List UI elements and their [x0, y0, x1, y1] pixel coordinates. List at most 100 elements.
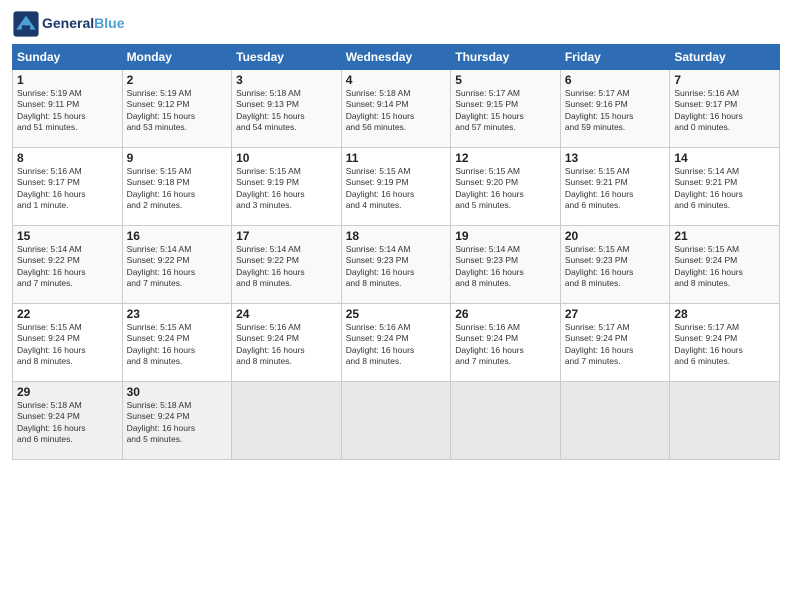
day-info: Sunrise: 5:14 AM Sunset: 9:23 PM Dayligh… — [455, 244, 556, 290]
calendar-cell: 17Sunrise: 5:14 AM Sunset: 9:22 PM Dayli… — [232, 226, 342, 304]
calendar-cell: 7Sunrise: 5:16 AM Sunset: 9:17 PM Daylig… — [670, 70, 780, 148]
calendar-cell: 5Sunrise: 5:17 AM Sunset: 9:15 PM Daylig… — [451, 70, 561, 148]
calendar-cell: 12Sunrise: 5:15 AM Sunset: 9:20 PM Dayli… — [451, 148, 561, 226]
day-info: Sunrise: 5:17 AM Sunset: 9:15 PM Dayligh… — [455, 88, 556, 134]
calendar-cell: 26Sunrise: 5:16 AM Sunset: 9:24 PM Dayli… — [451, 304, 561, 382]
day-number: 18 — [346, 229, 447, 243]
day-number: 28 — [674, 307, 775, 321]
day-number: 22 — [17, 307, 118, 321]
day-info: Sunrise: 5:18 AM Sunset: 9:24 PM Dayligh… — [127, 400, 228, 446]
day-info: Sunrise: 5:19 AM Sunset: 9:12 PM Dayligh… — [127, 88, 228, 134]
day-number: 15 — [17, 229, 118, 243]
calendar-table: SundayMondayTuesdayWednesdayThursdayFrid… — [12, 44, 780, 460]
calendar-cell: 25Sunrise: 5:16 AM Sunset: 9:24 PM Dayli… — [341, 304, 451, 382]
weekday-header-monday: Monday — [122, 45, 232, 70]
day-number: 3 — [236, 73, 337, 87]
day-info: Sunrise: 5:14 AM Sunset: 9:22 PM Dayligh… — [236, 244, 337, 290]
day-info: Sunrise: 5:18 AM Sunset: 9:14 PM Dayligh… — [346, 88, 447, 134]
day-info: Sunrise: 5:15 AM Sunset: 9:19 PM Dayligh… — [346, 166, 447, 212]
day-number: 19 — [455, 229, 556, 243]
day-info: Sunrise: 5:15 AM Sunset: 9:23 PM Dayligh… — [565, 244, 666, 290]
day-number: 12 — [455, 151, 556, 165]
day-number: 27 — [565, 307, 666, 321]
day-info: Sunrise: 5:15 AM Sunset: 9:20 PM Dayligh… — [455, 166, 556, 212]
calendar-cell: 1Sunrise: 5:19 AM Sunset: 9:11 PM Daylig… — [13, 70, 123, 148]
logo-text: GeneralBlue — [42, 16, 124, 31]
day-info: Sunrise: 5:16 AM Sunset: 9:17 PM Dayligh… — [674, 88, 775, 134]
calendar-cell: 10Sunrise: 5:15 AM Sunset: 9:19 PM Dayli… — [232, 148, 342, 226]
day-info: Sunrise: 5:14 AM Sunset: 9:23 PM Dayligh… — [346, 244, 447, 290]
calendar-cell: 13Sunrise: 5:15 AM Sunset: 9:21 PM Dayli… — [560, 148, 670, 226]
header: GeneralBlue — [12, 10, 780, 38]
day-number: 10 — [236, 151, 337, 165]
week-row-4: 22Sunrise: 5:15 AM Sunset: 9:24 PM Dayli… — [13, 304, 780, 382]
weekday-header-friday: Friday — [560, 45, 670, 70]
calendar-cell: 4Sunrise: 5:18 AM Sunset: 9:14 PM Daylig… — [341, 70, 451, 148]
day-info: Sunrise: 5:16 AM Sunset: 9:24 PM Dayligh… — [236, 322, 337, 368]
day-info: Sunrise: 5:15 AM Sunset: 9:18 PM Dayligh… — [127, 166, 228, 212]
calendar-cell: 8Sunrise: 5:16 AM Sunset: 9:17 PM Daylig… — [13, 148, 123, 226]
day-number: 11 — [346, 151, 447, 165]
weekday-header-sunday: Sunday — [13, 45, 123, 70]
calendar-cell: 28Sunrise: 5:17 AM Sunset: 9:24 PM Dayli… — [670, 304, 780, 382]
logo: GeneralBlue — [12, 10, 124, 38]
weekday-header-row: SundayMondayTuesdayWednesdayThursdayFrid… — [13, 45, 780, 70]
calendar-cell: 19Sunrise: 5:14 AM Sunset: 9:23 PM Dayli… — [451, 226, 561, 304]
day-number: 20 — [565, 229, 666, 243]
calendar-cell: 30Sunrise: 5:18 AM Sunset: 9:24 PM Dayli… — [122, 382, 232, 460]
week-row-1: 1Sunrise: 5:19 AM Sunset: 9:11 PM Daylig… — [13, 70, 780, 148]
day-number: 4 — [346, 73, 447, 87]
day-number: 5 — [455, 73, 556, 87]
calendar-cell: 18Sunrise: 5:14 AM Sunset: 9:23 PM Dayli… — [341, 226, 451, 304]
day-info: Sunrise: 5:14 AM Sunset: 9:22 PM Dayligh… — [17, 244, 118, 290]
calendar-cell: 21Sunrise: 5:15 AM Sunset: 9:24 PM Dayli… — [670, 226, 780, 304]
day-number: 17 — [236, 229, 337, 243]
day-info: Sunrise: 5:18 AM Sunset: 9:24 PM Dayligh… — [17, 400, 118, 446]
day-number: 9 — [127, 151, 228, 165]
day-number: 14 — [674, 151, 775, 165]
day-info: Sunrise: 5:18 AM Sunset: 9:13 PM Dayligh… — [236, 88, 337, 134]
day-info: Sunrise: 5:14 AM Sunset: 9:22 PM Dayligh… — [127, 244, 228, 290]
day-number: 1 — [17, 73, 118, 87]
weekday-header-saturday: Saturday — [670, 45, 780, 70]
calendar-cell: 11Sunrise: 5:15 AM Sunset: 9:19 PM Dayli… — [341, 148, 451, 226]
calendar-cell: 6Sunrise: 5:17 AM Sunset: 9:16 PM Daylig… — [560, 70, 670, 148]
day-info: Sunrise: 5:15 AM Sunset: 9:24 PM Dayligh… — [127, 322, 228, 368]
calendar-cell: 9Sunrise: 5:15 AM Sunset: 9:18 PM Daylig… — [122, 148, 232, 226]
day-info: Sunrise: 5:15 AM Sunset: 9:24 PM Dayligh… — [17, 322, 118, 368]
day-number: 16 — [127, 229, 228, 243]
calendar-cell: 20Sunrise: 5:15 AM Sunset: 9:23 PM Dayli… — [560, 226, 670, 304]
calendar-cell — [341, 382, 451, 460]
day-number: 6 — [565, 73, 666, 87]
day-number: 24 — [236, 307, 337, 321]
day-info: Sunrise: 5:15 AM Sunset: 9:19 PM Dayligh… — [236, 166, 337, 212]
day-number: 30 — [127, 385, 228, 399]
logo-icon — [12, 10, 40, 38]
day-number: 7 — [674, 73, 775, 87]
day-info: Sunrise: 5:17 AM Sunset: 9:16 PM Dayligh… — [565, 88, 666, 134]
day-number: 25 — [346, 307, 447, 321]
day-info: Sunrise: 5:15 AM Sunset: 9:24 PM Dayligh… — [674, 244, 775, 290]
calendar-cell: 15Sunrise: 5:14 AM Sunset: 9:22 PM Dayli… — [13, 226, 123, 304]
day-info: Sunrise: 5:16 AM Sunset: 9:24 PM Dayligh… — [455, 322, 556, 368]
week-row-3: 15Sunrise: 5:14 AM Sunset: 9:22 PM Dayli… — [13, 226, 780, 304]
calendar-cell: 22Sunrise: 5:15 AM Sunset: 9:24 PM Dayli… — [13, 304, 123, 382]
calendar-cell: 29Sunrise: 5:18 AM Sunset: 9:24 PM Dayli… — [13, 382, 123, 460]
week-row-5: 29Sunrise: 5:18 AM Sunset: 9:24 PM Dayli… — [13, 382, 780, 460]
day-number: 26 — [455, 307, 556, 321]
calendar-cell: 27Sunrise: 5:17 AM Sunset: 9:24 PM Dayli… — [560, 304, 670, 382]
weekday-header-thursday: Thursday — [451, 45, 561, 70]
calendar-cell — [451, 382, 561, 460]
calendar-cell — [670, 382, 780, 460]
calendar-cell: 23Sunrise: 5:15 AM Sunset: 9:24 PM Dayli… — [122, 304, 232, 382]
weekday-header-tuesday: Tuesday — [232, 45, 342, 70]
day-number: 21 — [674, 229, 775, 243]
day-number: 29 — [17, 385, 118, 399]
day-info: Sunrise: 5:17 AM Sunset: 9:24 PM Dayligh… — [674, 322, 775, 368]
day-info: Sunrise: 5:14 AM Sunset: 9:21 PM Dayligh… — [674, 166, 775, 212]
day-number: 8 — [17, 151, 118, 165]
day-number: 2 — [127, 73, 228, 87]
day-info: Sunrise: 5:15 AM Sunset: 9:21 PM Dayligh… — [565, 166, 666, 212]
calendar-cell: 2Sunrise: 5:19 AM Sunset: 9:12 PM Daylig… — [122, 70, 232, 148]
calendar-cell: 16Sunrise: 5:14 AM Sunset: 9:22 PM Dayli… — [122, 226, 232, 304]
